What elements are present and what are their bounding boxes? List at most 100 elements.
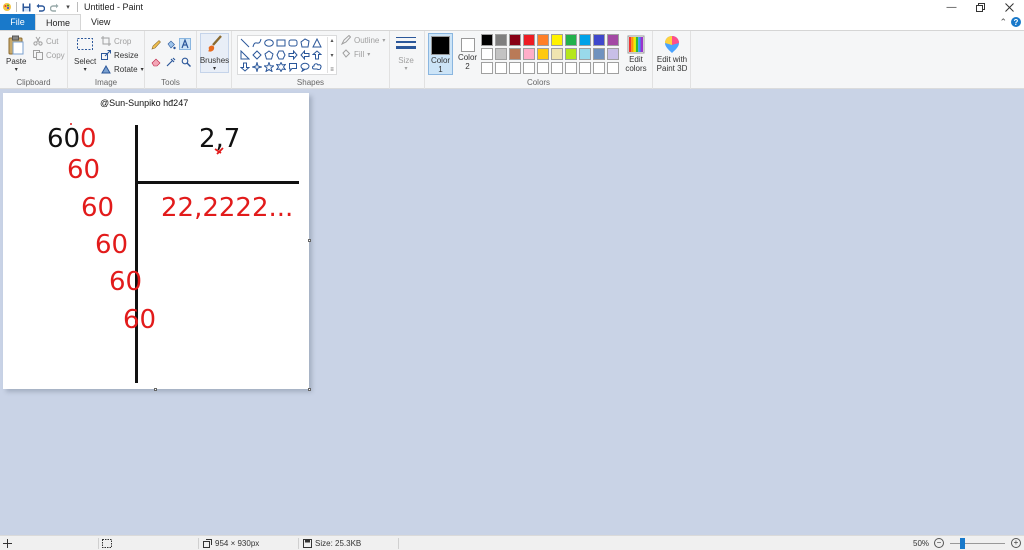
diamond-shape-icon[interactable]	[251, 49, 262, 60]
palette-color-swatch[interactable]	[579, 34, 591, 46]
palette-color-swatch[interactable]	[565, 48, 577, 60]
palette-color-swatch[interactable]	[481, 34, 493, 46]
palette-color-swatch[interactable]	[509, 34, 521, 46]
save-icon[interactable]	[21, 2, 31, 12]
palette-color-swatch[interactable]	[607, 34, 619, 46]
four-point-star-shape-icon[interactable]	[251, 61, 262, 72]
palette-color-swatch[interactable]	[565, 62, 577, 74]
scroll-up-icon[interactable]: ▴	[330, 37, 333, 44]
zoom-slider-thumb[interactable]	[960, 538, 965, 549]
palette-color-swatch[interactable]	[509, 48, 521, 60]
color2-button[interactable]: Color 2	[455, 33, 480, 75]
line-shape-icon[interactable]	[239, 37, 250, 48]
palette-color-swatch[interactable]	[565, 34, 577, 46]
five-point-star-shape-icon[interactable]	[263, 61, 274, 72]
magnifier-icon[interactable]	[180, 56, 192, 68]
curve-shape-icon[interactable]	[251, 37, 262, 48]
palette-color-swatch[interactable]	[607, 48, 619, 60]
cut-button[interactable]: Cut	[33, 36, 58, 46]
tab-view[interactable]: View	[81, 14, 120, 30]
collapse-ribbon-icon[interactable]: ⌃	[999, 17, 1007, 28]
palette-color-swatch[interactable]	[495, 62, 507, 74]
help-icon[interactable]: ?	[1011, 17, 1021, 27]
cursor-crosshair-icon	[3, 539, 12, 548]
six-point-star-shape-icon[interactable]	[275, 61, 286, 72]
down-arrow-shape-icon[interactable]	[239, 61, 250, 72]
palette-color-swatch[interactable]	[593, 62, 605, 74]
outline-button[interactable]: Outline ▾	[341, 35, 385, 45]
palette-color-swatch[interactable]	[481, 48, 493, 60]
palette-color-swatch[interactable]	[579, 48, 591, 60]
palette-color-swatch[interactable]	[551, 34, 563, 46]
quotient-text: 22,2222...	[161, 193, 294, 223]
select-button[interactable]: Select ▾	[74, 35, 96, 73]
palette-color-swatch[interactable]	[593, 48, 605, 60]
palette-color-swatch[interactable]	[579, 62, 591, 74]
drawing-canvas[interactable]: @Sun-Sunpiko hđ247 60 0 2,7 22,2222... 6…	[3, 93, 309, 389]
palette-color-swatch[interactable]	[509, 62, 521, 74]
copy-button[interactable]: Copy	[33, 50, 65, 60]
palette-color-swatch[interactable]	[593, 34, 605, 46]
zoom-slider-track[interactable]	[950, 543, 1005, 544]
palette-color-swatch[interactable]	[607, 62, 619, 74]
color1-button[interactable]: Color 1	[428, 33, 453, 75]
paste-button[interactable]: Paste ▾	[6, 35, 26, 73]
tab-home[interactable]: Home	[35, 14, 82, 30]
tab-file[interactable]: File	[0, 14, 35, 30]
shapes-scroll[interactable]: ▴ ▾ ≡	[327, 37, 336, 73]
triangle-shape-icon[interactable]	[311, 37, 322, 48]
up-arrow-shape-icon[interactable]	[311, 49, 322, 60]
minimize-button[interactable]: —	[937, 0, 966, 14]
palette-color-swatch[interactable]	[537, 34, 549, 46]
color-picker-icon[interactable]	[165, 56, 177, 68]
rectangle-shape-icon[interactable]	[275, 37, 286, 48]
rounded-rectangle-shape-icon[interactable]	[287, 37, 298, 48]
zoom-out-button[interactable]: −	[934, 538, 944, 548]
text-tool-icon[interactable]	[179, 38, 191, 50]
pencil-icon[interactable]	[150, 39, 162, 51]
oval-shape-icon[interactable]	[263, 37, 274, 48]
scroll-down-icon[interactable]: ▾	[330, 52, 333, 59]
cloud-callout-shape-icon[interactable]	[311, 61, 322, 72]
more-shapes-icon[interactable]: ≡	[330, 67, 334, 73]
palette-color-swatch[interactable]	[523, 62, 535, 74]
right-triangle-shape-icon[interactable]	[239, 49, 250, 60]
restore-button[interactable]	[966, 0, 995, 14]
palette-color-swatch[interactable]	[551, 62, 563, 74]
canvas-resize-handle-corner[interactable]	[308, 388, 311, 391]
eraser-icon[interactable]	[150, 56, 162, 68]
edit-colors-button[interactable]: Edit colors	[623, 33, 649, 75]
palette-color-swatch[interactable]	[551, 48, 563, 60]
size-button[interactable]: Size ▾	[395, 34, 417, 72]
redo-icon[interactable]	[49, 2, 59, 12]
rotate-button[interactable]: Rotate ▾	[101, 64, 144, 74]
canvas-resize-handle-right[interactable]	[308, 239, 311, 242]
palette-color-swatch[interactable]	[537, 62, 549, 74]
hexagon-shape-icon[interactable]	[275, 49, 286, 60]
palette-color-swatch[interactable]	[537, 48, 549, 60]
fill-button[interactable]: Fill ▾	[341, 49, 370, 59]
palette-color-swatch[interactable]	[495, 34, 507, 46]
palette-color-swatch[interactable]	[523, 48, 535, 60]
edit-with-paint3d-button[interactable]: Edit with Paint 3D	[654, 33, 690, 75]
crop-button[interactable]: Crop	[101, 36, 131, 46]
undo-icon[interactable]	[35, 2, 45, 12]
fill-bucket-icon[interactable]	[165, 39, 177, 51]
right-arrow-shape-icon[interactable]	[287, 49, 298, 60]
customize-toolbar-icon[interactable]: ▾	[63, 2, 73, 12]
cursor-position	[3, 536, 12, 550]
resize-button[interactable]: Resize	[101, 50, 138, 60]
brushes-button[interactable]: Brushes ▾	[200, 33, 229, 73]
rounded-callout-shape-icon[interactable]	[287, 61, 298, 72]
oval-callout-shape-icon[interactable]	[299, 61, 310, 72]
palette-color-swatch[interactable]	[481, 62, 493, 74]
polygon-shape-icon[interactable]	[299, 37, 310, 48]
palette-color-swatch[interactable]	[495, 48, 507, 60]
palette-color-swatch[interactable]	[523, 34, 535, 46]
canvas-resize-handle-bottom[interactable]	[154, 388, 157, 391]
left-arrow-shape-icon[interactable]	[299, 49, 310, 60]
zoom-in-button[interactable]: +	[1011, 538, 1021, 548]
pentagon-shape-icon[interactable]	[263, 49, 274, 60]
close-button[interactable]	[995, 0, 1024, 14]
color2-swatch	[460, 38, 475, 52]
